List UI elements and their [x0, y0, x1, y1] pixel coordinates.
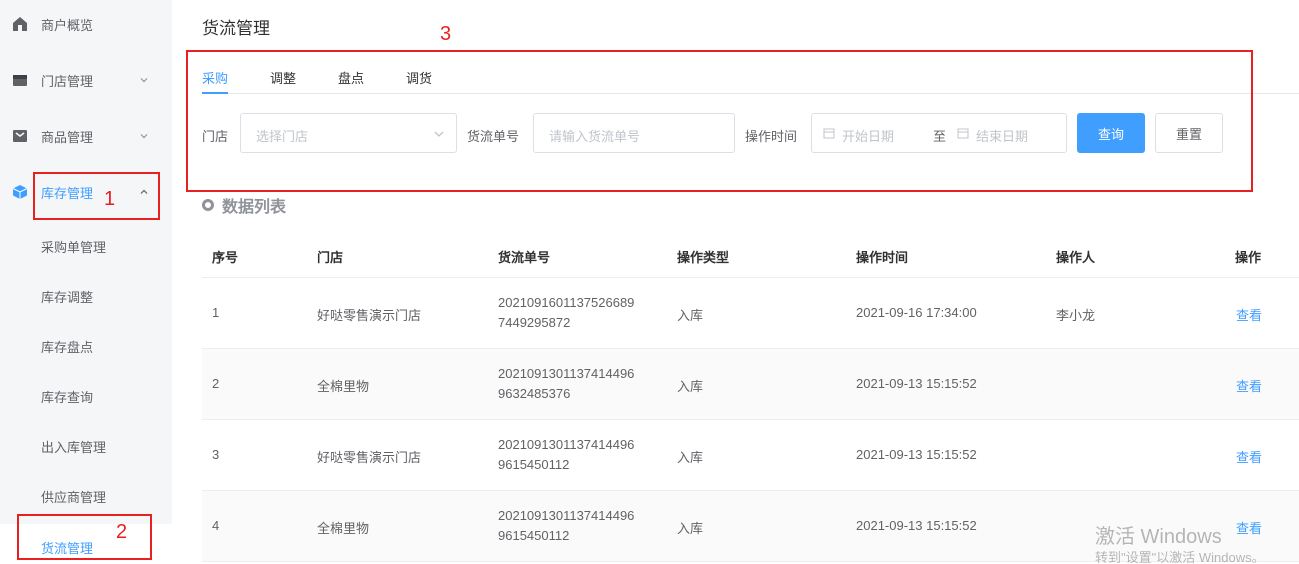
sidebar-subitem-label: 库存查询: [41, 389, 94, 405]
cell-store: 好哒零售演示门店: [317, 450, 422, 465]
order-number-line: 9632485376: [498, 386, 571, 401]
cell-index: 1: [212, 305, 220, 320]
column-header: 操作人: [1056, 250, 1096, 265]
cell-order-number: 2021091601137526689 7449295872: [498, 293, 634, 333]
sidebar: 商户概览 门店管理 商品管理 库存管理 采购单管理 库存调整 库存盘点 库存查询: [0, 0, 172, 564]
cell-order-number: 2021091301137414496 9632485376: [498, 364, 634, 404]
sidebar-subitem-label: 供应商管理: [41, 489, 107, 505]
table-row: 1 好哒零售演示门店 2021091601137526689 744929587…: [202, 278, 1299, 349]
order-number-line: 9615450112: [498, 457, 570, 472]
cell-index: 2: [212, 376, 220, 391]
sidebar-item-label: 商品管理: [41, 129, 94, 145]
sidebar-subitem-label: 库存调整: [41, 289, 94, 305]
order-number-line: 9615450112: [498, 528, 570, 543]
cell-store: 好哒零售演示门店: [317, 308, 422, 323]
table-row: 3 好哒零售演示门店 2021091301137414496 961545011…: [202, 420, 1299, 491]
home-icon: [13, 17, 27, 31]
cell-type: 入库: [677, 379, 704, 394]
cell-time: 2021-09-13 15:15:52: [856, 518, 977, 533]
data-table: 序号 门店 货流单号 操作类型 操作时间 操作人 操作 1 好哒零售演示门店 2…: [202, 232, 1299, 562]
goods-icon: [13, 130, 27, 142]
annotation-number-2: 2: [116, 521, 128, 543]
sidebar-item-label: 门店管理: [41, 73, 94, 89]
annotation-box-1: [33, 172, 160, 220]
cell-type: 入库: [677, 308, 704, 323]
order-number-line: 7449295872: [498, 315, 571, 330]
cell-index: 3: [212, 447, 220, 462]
sidebar-item-overview[interactable]: 商户概览: [0, 4, 172, 44]
cell-store: 全棉里物: [317, 521, 370, 536]
table-row: 2 全棉里物 2021091301137414496 9632485376 入库…: [202, 349, 1299, 420]
sidebar-item-label: 商户概览: [41, 17, 94, 33]
annotation-box-2: [17, 514, 152, 560]
annotation-number-1: 1: [104, 188, 116, 210]
order-number-line: 2021091601137526689: [498, 295, 635, 310]
cell-time: 2021-09-13 15:15:52: [856, 376, 977, 391]
section-title: 数据列表: [222, 199, 287, 216]
sidebar-subitem-label: 库存盘点: [41, 339, 94, 355]
sidebar-subitem-stock-query[interactable]: 库存查询: [0, 376, 172, 416]
column-header: 货流单号: [498, 250, 551, 265]
view-link[interactable]: 查看: [1236, 518, 1262, 537]
view-link[interactable]: 查看: [1236, 447, 1262, 466]
sidebar-item-stores[interactable]: 门店管理: [0, 60, 172, 100]
sidebar-item-goods[interactable]: 商品管理: [0, 116, 172, 156]
sidebar-subitem-stocktake[interactable]: 库存盘点: [0, 326, 172, 366]
cell-order-number: 2021091301137414496 9615450112: [498, 435, 634, 475]
chevron-down-icon: [140, 78, 148, 83]
cell-index: 4: [212, 518, 220, 533]
column-header: 序号: [212, 250, 239, 265]
section-header: 数据列表: [202, 193, 286, 217]
cell-time: 2021-09-13 15:15:52: [856, 447, 977, 462]
sidebar-subitem-label: 采购单管理: [41, 239, 107, 255]
cell-store: 全棉里物: [317, 379, 370, 394]
order-number-line: 2021091301137414496: [498, 508, 635, 523]
column-header: 操作: [1235, 250, 1262, 265]
circle-dot-icon: [202, 199, 214, 211]
sidebar-subitem-inout[interactable]: 出入库管理: [0, 426, 172, 466]
column-header: 操作时间: [856, 250, 909, 265]
cell-type: 入库: [677, 521, 704, 536]
sidebar-subitem-suppliers[interactable]: 供应商管理: [0, 476, 172, 516]
order-number-line: 2021091301137414496: [498, 366, 635, 381]
cell-operator: 李小龙: [1056, 308, 1096, 323]
cube-icon: [12, 185, 28, 199]
chevron-down-icon: [140, 134, 148, 139]
cell-time: 2021-09-16 17:34:00: [856, 305, 977, 320]
order-number-line: 2021091301137414496: [498, 437, 635, 452]
cell-order-number: 2021091301137414496 9615450112: [498, 506, 634, 546]
store-icon: [13, 75, 27, 86]
view-link[interactable]: 查看: [1236, 305, 1262, 324]
annotation-box-3: [186, 50, 1253, 192]
view-link[interactable]: 查看: [1236, 376, 1262, 395]
column-header: 操作类型: [677, 250, 730, 265]
sidebar-subitem-purchase-orders[interactable]: 采购单管理: [0, 226, 172, 266]
annotation-number-3: 3: [440, 23, 452, 45]
sidebar-subitem-stock-adjust[interactable]: 库存调整: [0, 276, 172, 316]
windows-activation-subtext: 转到"设置"以激活 Windows。: [1095, 550, 1265, 564]
cell-type: 入库: [677, 450, 704, 465]
app-root: 商户概览 门店管理 商品管理 库存管理 采购单管理 库存调整 库存盘点 库存查询: [0, 0, 1299, 564]
page-title: 货流管理: [202, 19, 270, 38]
sidebar-subitem-label: 出入库管理: [41, 439, 107, 455]
windows-activation-watermark: 激活 Windows: [1095, 526, 1222, 548]
column-header: 门店: [317, 250, 344, 265]
table-header: 序号 门店 货流单号 操作类型 操作时间 操作人 操作: [202, 232, 1299, 278]
